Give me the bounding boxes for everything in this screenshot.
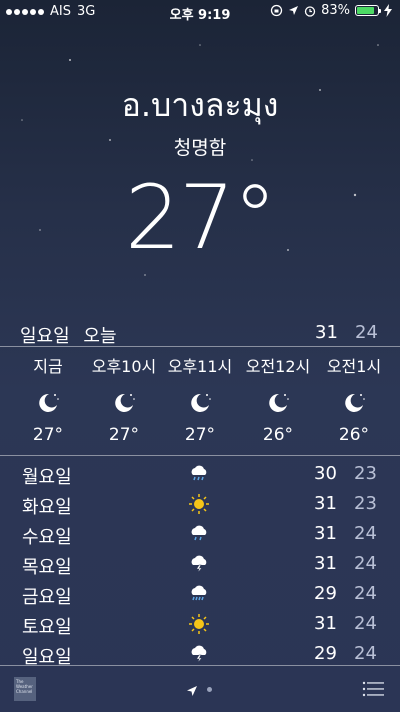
today-high: 31 [315, 322, 338, 343]
status-bar: AIS 3G 오후 9:19 83% [0, 0, 400, 23]
thunderstorm-icon [191, 555, 207, 574]
sun-icon [189, 494, 209, 514]
bottom-toolbar: The Weather Channel [0, 665, 400, 712]
hour-label: 오전1시 [326, 357, 382, 376]
hourly-forecast[interactable]: 지금 27° 오후10시 27° 오후11시 27° 오전12시 26° 오전1… [0, 349, 400, 455]
daily-row: 금요일 29 24 [0, 580, 400, 610]
today-day-name: 일요일 [20, 326, 70, 347]
charging-icon [384, 4, 392, 17]
daily-row: 목요일 31 24 [0, 550, 400, 580]
page-indicator-dot[interactable] [207, 687, 212, 692]
city-name: อ.บางละมุง [121, 86, 279, 124]
location-arrow-icon [289, 6, 299, 15]
moon-stars-icon [84, 389, 164, 415]
day-name: 월요일 [22, 467, 72, 488]
daily-forecast[interactable]: 월요일 30 23 화요일 31 23 수요일 31 24 목요일 31 24 … [0, 460, 400, 670]
status-right: 83% [270, 3, 392, 18]
hourly-item: 오전1시 26° [314, 349, 394, 445]
weather-channel-logo[interactable]: The Weather Channel [14, 677, 36, 701]
day-high: 31 [314, 523, 337, 544]
day-high: 31 [314, 613, 337, 634]
hour-temp: 27° [32, 425, 64, 445]
hourly-item: 오후11시 27° [160, 349, 240, 445]
rain-cloud-icon [191, 585, 207, 601]
battery-percent: 83% [321, 3, 350, 18]
moon-stars-icon [238, 389, 318, 415]
current-temperature: 27° [125, 166, 277, 269]
today-day: 일요일 오늘 [20, 322, 117, 348]
city-list-icon[interactable] [362, 681, 384, 697]
hour-temp: 27° [184, 425, 216, 445]
location-arrow-icon[interactable] [186, 685, 198, 697]
daily-row: 화요일 31 23 [0, 490, 400, 520]
battery-fill [357, 7, 374, 14]
divider-middle [0, 455, 400, 456]
daily-row: 수요일 31 24 [0, 520, 400, 550]
day-name: 화요일 [22, 497, 72, 518]
day-low: 24 [354, 553, 377, 574]
hour-label: 오후10시 [91, 357, 157, 376]
day-name: 금요일 [22, 587, 72, 608]
hour-temp: 27° [108, 425, 140, 445]
today-summary-row: 일요일 오늘 31 24 [0, 318, 400, 348]
day-low: 23 [354, 493, 377, 514]
rain-cloud-icon [191, 525, 207, 541]
battery-icon [355, 5, 381, 16]
alarm-icon [304, 5, 316, 17]
day-name: 목요일 [22, 557, 72, 578]
hourly-item: 오전12시 26° [238, 349, 318, 445]
current-weather: อ.บางละมุง 청명함 27° [0, 80, 400, 269]
day-high: 30 [314, 463, 337, 484]
day-low: 24 [354, 613, 377, 634]
today-label: 오늘 [83, 326, 117, 347]
current-condition: 청명함 [173, 137, 227, 159]
hourly-item: 오후10시 27° [84, 349, 164, 445]
today-low: 24 [355, 322, 378, 343]
moon-stars-icon [160, 389, 240, 415]
moon-stars-icon [314, 389, 394, 415]
day-low: 24 [354, 583, 377, 604]
day-high: 29 [314, 643, 337, 664]
sun-icon [189, 614, 209, 634]
weather-channel-logo-text: The Weather Channel [16, 679, 33, 694]
day-high: 29 [314, 583, 337, 604]
hour-label: 오후11시 [167, 357, 233, 376]
day-low: 23 [354, 463, 377, 484]
hour-label: 오전12시 [245, 357, 311, 376]
hour-temp: 26° [338, 425, 370, 445]
day-name: 수요일 [22, 527, 72, 548]
hourly-item: 지금 27° [8, 349, 88, 445]
day-low: 24 [354, 643, 377, 664]
hour-temp: 26° [262, 425, 294, 445]
divider-top [0, 346, 400, 347]
rain-cloud-icon [191, 465, 207, 481]
day-name: 토요일 [22, 617, 72, 638]
day-high: 31 [314, 553, 337, 574]
day-high: 31 [314, 493, 337, 514]
daily-row: 토요일 31 24 [0, 610, 400, 640]
moon-stars-icon [8, 389, 88, 415]
rotation-lock-icon [270, 4, 283, 17]
thunderstorm-icon [191, 645, 207, 664]
daily-row: 월요일 30 23 [0, 460, 400, 490]
hour-label: 지금 [33, 357, 63, 376]
day-low: 24 [354, 523, 377, 544]
